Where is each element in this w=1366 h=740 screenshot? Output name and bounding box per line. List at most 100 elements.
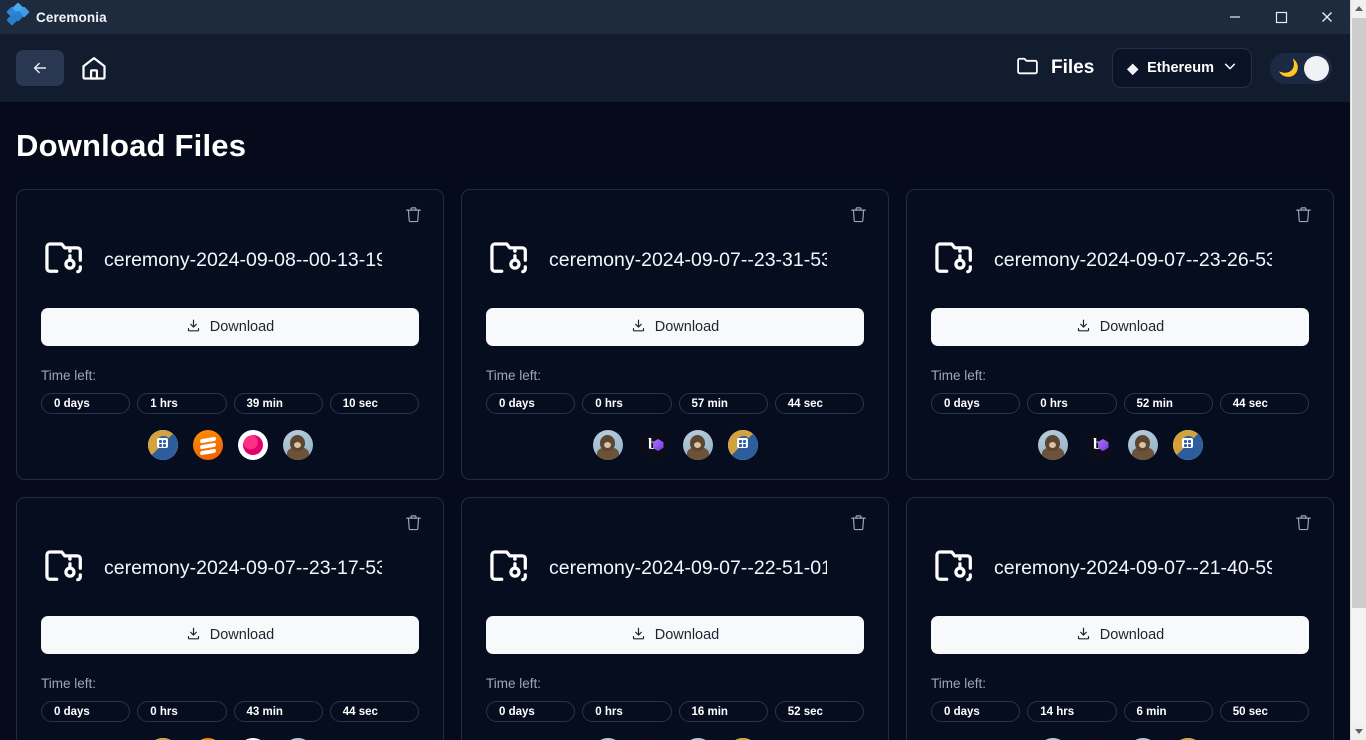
app-title: Ceremonia xyxy=(36,9,107,25)
trash-icon[interactable] xyxy=(399,200,427,228)
vertical-scrollbar[interactable] xyxy=(1350,0,1366,740)
close-icon[interactable] xyxy=(1304,0,1350,34)
folder-key-icon xyxy=(486,235,532,286)
time-left-label: Time left: xyxy=(931,368,987,383)
theme-toggle[interactable]: 🌙 xyxy=(1270,52,1332,84)
time-left-label: Time left: xyxy=(41,676,97,691)
time-left-chips: 0 days 0 hrs 43 min 44 sec xyxy=(41,701,419,722)
time-chip-seconds: 10 sec xyxy=(329,393,419,414)
avatar[interactable]: b xyxy=(1082,430,1113,460)
chain-label: Ethereum xyxy=(1147,60,1214,76)
avatar[interactable]: toyhouse xyxy=(727,430,758,460)
avatar[interactable] xyxy=(192,430,223,460)
minimize-icon[interactable] xyxy=(1212,0,1258,34)
trash-icon[interactable] xyxy=(1289,508,1317,536)
time-left-chips: 0 days 14 hrs 6 min 50 sec xyxy=(931,701,1309,722)
chain-selector[interactable]: ◆ Ethereum xyxy=(1112,48,1252,88)
time-chip-hours: 1 hrs xyxy=(137,393,227,414)
contributor-avatars: toyhouse xyxy=(41,430,419,460)
download-icon xyxy=(631,626,646,645)
file-name: ceremony-2024-09-07--21-40-59.897… xyxy=(994,557,1272,579)
scrollbar-thumb[interactable] xyxy=(1352,18,1366,608)
file-header: ceremony-2024-09-07--23-17-53.779… xyxy=(41,543,419,594)
time-chip-minutes: 6 min xyxy=(1123,701,1213,722)
download-button[interactable]: Download xyxy=(931,616,1309,654)
contributor-avatars: b toyhouse xyxy=(486,430,864,460)
file-header: ceremony-2024-09-07--23-26-53.014… xyxy=(931,235,1309,286)
trash-icon[interactable] xyxy=(399,508,427,536)
file-header: ceremony-2024-09-07--21-40-59.897… xyxy=(931,543,1309,594)
file-header: ceremony-2024-09-08--00-13-19.791… xyxy=(41,235,419,286)
file-name: ceremony-2024-09-07--23-31-53.212… xyxy=(549,249,827,271)
time-chip-seconds: 50 sec xyxy=(1219,701,1309,722)
trash-icon[interactable] xyxy=(1289,200,1317,228)
download-label: Download xyxy=(1099,627,1165,643)
file-name: ceremony-2024-09-07--23-17-53.779… xyxy=(104,557,382,579)
download-label: Download xyxy=(654,627,720,643)
time-chip-days: 0 days xyxy=(931,393,1021,414)
files-label: Files xyxy=(1051,57,1095,78)
files-grid: ceremony-2024-09-08--00-13-19.791… Downlo… xyxy=(16,189,1334,740)
time-left-chips: 0 days 0 hrs 57 min 44 sec xyxy=(486,393,864,414)
time-chip-days: 0 days xyxy=(931,701,1021,722)
folder-key-icon xyxy=(931,235,977,286)
folder-key-icon xyxy=(41,235,87,286)
time-left-label: Time left: xyxy=(486,368,542,383)
time-left-label: Time left: xyxy=(41,368,97,383)
back-button[interactable] xyxy=(16,50,64,86)
avatar[interactable] xyxy=(592,430,623,460)
trash-icon[interactable] xyxy=(844,508,872,536)
avatar[interactable] xyxy=(1037,430,1068,460)
download-label: Download xyxy=(209,627,275,643)
avatar[interactable] xyxy=(1127,430,1158,460)
avatar[interactable] xyxy=(237,430,268,460)
time-left-label: Time left: xyxy=(931,676,987,691)
avatar[interactable]: b xyxy=(637,430,668,460)
avatar[interactable] xyxy=(282,430,313,460)
scroll-down-icon[interactable] xyxy=(1351,723,1366,740)
download-button[interactable]: Download xyxy=(486,308,864,346)
download-button[interactable]: Download xyxy=(41,308,419,346)
time-chip-hours: 0 hrs xyxy=(1027,393,1117,414)
time-chip-minutes: 57 min xyxy=(678,393,768,414)
folder-key-icon xyxy=(931,543,977,594)
chevron-down-icon xyxy=(1223,59,1237,77)
download-label: Download xyxy=(654,319,720,335)
time-chip-hours: 0 hrs xyxy=(582,701,672,722)
download-button[interactable]: Download xyxy=(41,616,419,654)
avatar[interactable] xyxy=(682,430,713,460)
file-card: ceremony-2024-09-07--23-26-53.014… Downlo… xyxy=(906,189,1334,480)
file-card: ceremony-2024-09-07--22-51-01.829… Downlo… xyxy=(461,497,889,740)
file-card: ceremony-2024-09-08--00-13-19.791… Downlo… xyxy=(16,189,444,480)
file-card: ceremony-2024-09-07--23-17-53.779… Downlo… xyxy=(16,497,444,740)
download-label: Download xyxy=(1099,319,1165,335)
scroll-up-icon[interactable] xyxy=(1351,0,1366,17)
download-button[interactable]: Download xyxy=(931,308,1309,346)
time-left-chips: 0 days 1 hrs 39 min 10 sec xyxy=(41,393,419,414)
file-name: ceremony-2024-09-08--00-13-19.791… xyxy=(104,249,382,271)
avatar[interactable]: toyhouse xyxy=(1172,430,1203,460)
diamond-cluster-icon xyxy=(6,2,30,27)
time-left-chips: 0 days 0 hrs 52 min 44 sec xyxy=(931,393,1309,414)
download-button[interactable]: Download xyxy=(486,616,864,654)
maximize-icon[interactable] xyxy=(1258,0,1304,34)
time-chip-days: 0 days xyxy=(41,701,131,722)
time-chip-seconds: 44 sec xyxy=(774,393,864,414)
time-chip-minutes: 16 min xyxy=(678,701,768,722)
trash-icon[interactable] xyxy=(844,200,872,228)
ethereum-icon: ◆ xyxy=(1127,59,1139,76)
download-icon xyxy=(631,318,646,337)
top-navigation-bar: Files ◆ Ethereum 🌙 xyxy=(0,34,1350,102)
time-chip-hours: 14 hrs xyxy=(1027,701,1117,722)
contributor-avatars: b toyhouse xyxy=(931,430,1309,460)
download-icon xyxy=(186,626,201,645)
download-icon xyxy=(1076,626,1091,645)
time-chip-hours: 0 hrs xyxy=(137,701,227,722)
time-chip-minutes: 52 min xyxy=(1123,393,1213,414)
time-left-chips: 0 days 0 hrs 16 min 52 sec xyxy=(486,701,864,722)
avatar[interactable]: toyhouse xyxy=(147,430,178,460)
toggle-knob xyxy=(1304,55,1329,81)
home-button[interactable] xyxy=(72,50,116,86)
title-bar: Ceremonia xyxy=(0,0,1350,34)
files-button[interactable]: Files xyxy=(1015,53,1094,84)
